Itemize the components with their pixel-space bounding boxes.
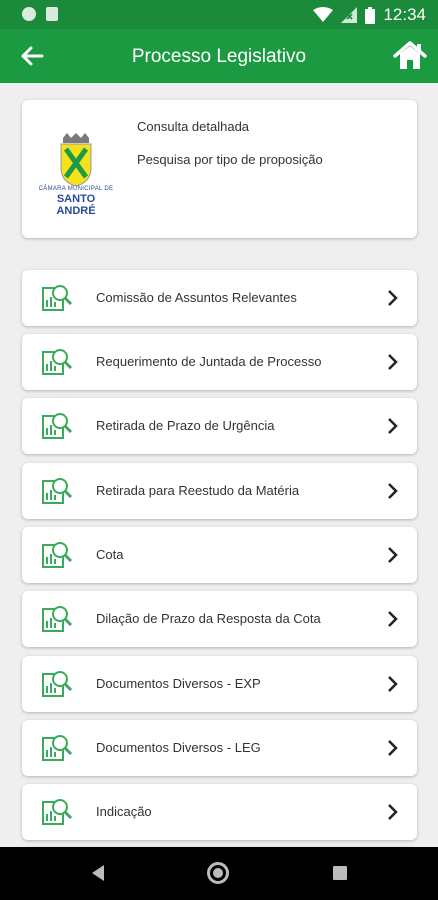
page-title: Processo Legislativo <box>131 46 307 67</box>
document-search-icon <box>42 799 73 825</box>
chevron-right-icon <box>388 740 398 756</box>
list-item-label: Cota <box>96 547 124 562</box>
home-button[interactable] <box>392 38 428 74</box>
document-search-icon <box>42 349 73 375</box>
document-search-icon <box>42 606 73 632</box>
pesquisa-tipo-link[interactable]: Pesquisa por tipo de proposição <box>137 152 323 167</box>
list-item[interactable]: Retirada de Prazo de Urgência <box>22 398 417 454</box>
chevron-right-icon <box>388 804 398 820</box>
list-item-label: Indicação <box>96 804 152 819</box>
wifi-icon <box>313 7 334 22</box>
consulta-detalhada-link[interactable]: Consulta detalhada <box>137 119 249 134</box>
document-search-icon <box>42 478 73 504</box>
nav-back-icon[interactable] <box>90 864 106 882</box>
document-search-icon <box>42 542 73 568</box>
document-search-icon <box>42 413 73 439</box>
list-item-label: Comissão de Assuntos Relevantes <box>96 290 297 305</box>
document-search-icon <box>42 285 73 311</box>
list-item[interactable]: Comissão de Assuntos Relevantes <box>22 270 417 326</box>
list-item[interactable]: Cota <box>22 527 417 583</box>
status-bar: 12:34 <box>0 0 438 29</box>
list-item-label: Retirada para Reestudo da Matéria <box>96 483 300 498</box>
status-time: 12:34 <box>383 5 426 24</box>
list-item[interactable]: Documentos Diversos - EXP <box>22 656 417 712</box>
header-card: CÂMARA MUNICIPAL DE SANTO ANDRÉ Consulta… <box>22 100 417 238</box>
content-scroll[interactable]: CÂMARA MUNICIPAL DE SANTO ANDRÉ Consulta… <box>0 83 438 847</box>
list-item[interactable]: Dilação de Prazo da Resposta da Cota <box>22 591 417 647</box>
list-item-label: Documentos Diversos - LEG <box>96 740 261 755</box>
notification-icon <box>22 7 36 21</box>
list-item[interactable]: Indicação <box>22 784 417 840</box>
chevron-right-icon <box>388 418 398 434</box>
app-bar: Processo Legislativo <box>0 29 438 83</box>
battery-icon <box>365 6 376 24</box>
document-search-icon <box>42 671 73 697</box>
chevron-right-icon <box>388 290 398 306</box>
sim-card-icon <box>46 7 58 21</box>
system-nav-bar <box>0 847 438 900</box>
document-search-icon <box>42 735 73 761</box>
list-item[interactable]: Requerimento de Juntada de Processo <box>22 334 417 390</box>
list-item[interactable]: Retirada para Reestudo da Matéria <box>22 463 417 519</box>
chevron-right-icon <box>388 547 398 563</box>
chevron-right-icon <box>388 611 398 627</box>
chevron-right-icon <box>388 354 398 370</box>
list-item[interactable]: Documentos Diversos - LEG <box>22 720 417 776</box>
list-item-label: Requerimento de Juntada de Processo <box>96 354 322 369</box>
chevron-right-icon <box>388 676 398 692</box>
list-item-label: Dilação de Prazo da Resposta da Cota <box>96 611 321 626</box>
nav-recent-icon[interactable] <box>333 866 347 880</box>
signal-icon <box>341 7 358 23</box>
list-item-label: Documentos Diversos - EXP <box>96 676 261 691</box>
logo-caption-bottom: SANTO ANDRÉ <box>56 193 96 217</box>
nav-home-icon[interactable] <box>207 862 229 884</box>
home-icon <box>393 41 427 69</box>
list-item-label: Retirada de Prazo de Urgência <box>96 418 275 433</box>
chevron-right-icon <box>388 483 398 499</box>
logo-caption-top: CÂMARA MUNICIPAL DE <box>38 186 114 192</box>
